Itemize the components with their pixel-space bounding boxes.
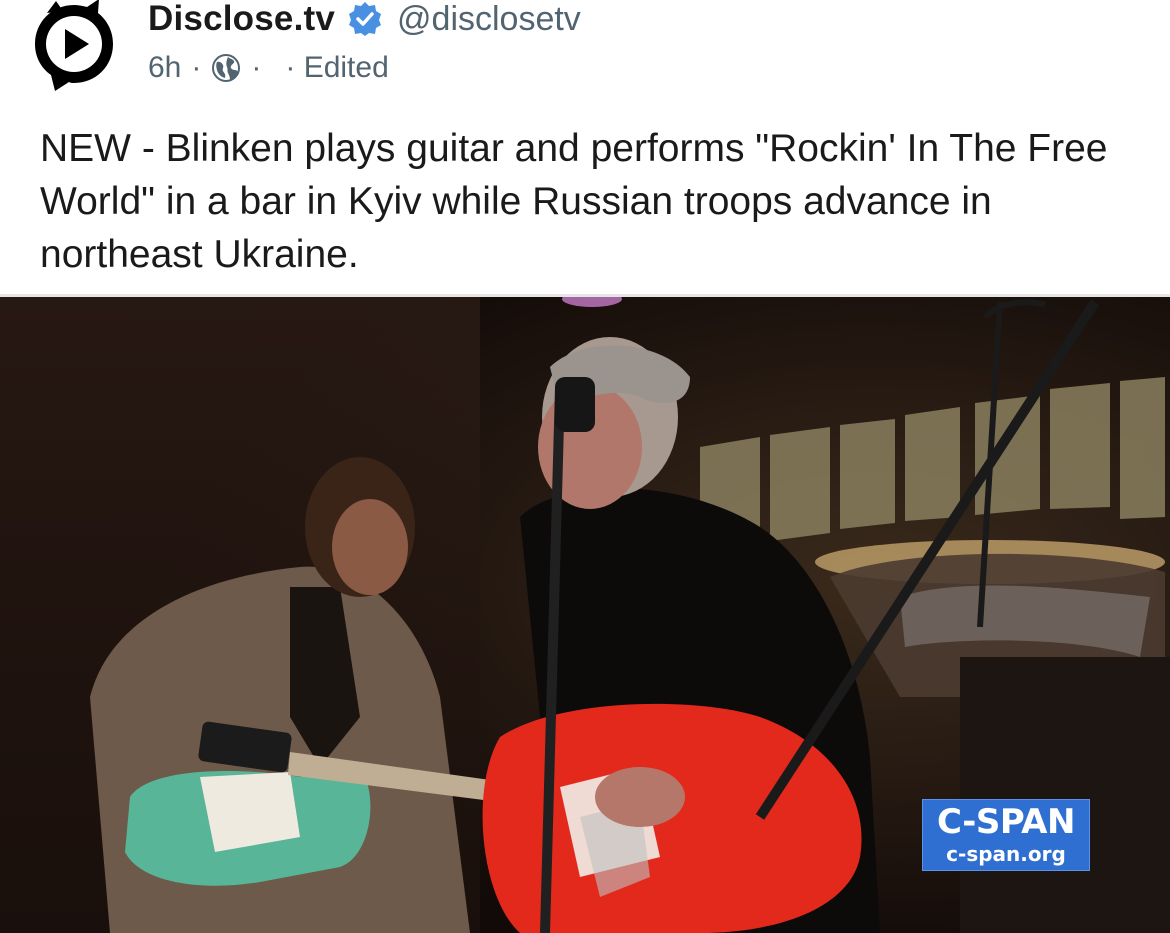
play-button-cat-logo-icon (35, 0, 113, 91)
edited-label[interactable]: · Edited (285, 51, 388, 85)
post-meta: 6h · · · Edited (148, 48, 389, 88)
meta-extra-dot: · (251, 51, 262, 84)
cspan-watermark: C-SPAN c-span.org (922, 799, 1090, 871)
author-handle[interactable]: @disclosetv (397, 0, 581, 39)
verified-badge-icon (347, 1, 383, 37)
avatar[interactable] (25, 0, 123, 93)
post-video[interactable]: C-SPAN c-span.org (0, 297, 1170, 933)
post-time[interactable]: 6h (148, 51, 181, 85)
globe-icon (211, 53, 241, 83)
cspan-url: c-span.org (946, 842, 1066, 866)
cspan-title: C-SPAN (937, 802, 1075, 842)
author-display-name[interactable]: Disclose.tv (148, 0, 335, 39)
meta-separator: · (191, 51, 202, 84)
post-body-text: NEW - Blinken plays guitar and performs … (40, 127, 1108, 276)
author-line: Disclose.tv @disclosetv (148, 0, 581, 44)
post-header: Disclose.tv @disclosetv 6h · · · Edited (0, 0, 1170, 110)
